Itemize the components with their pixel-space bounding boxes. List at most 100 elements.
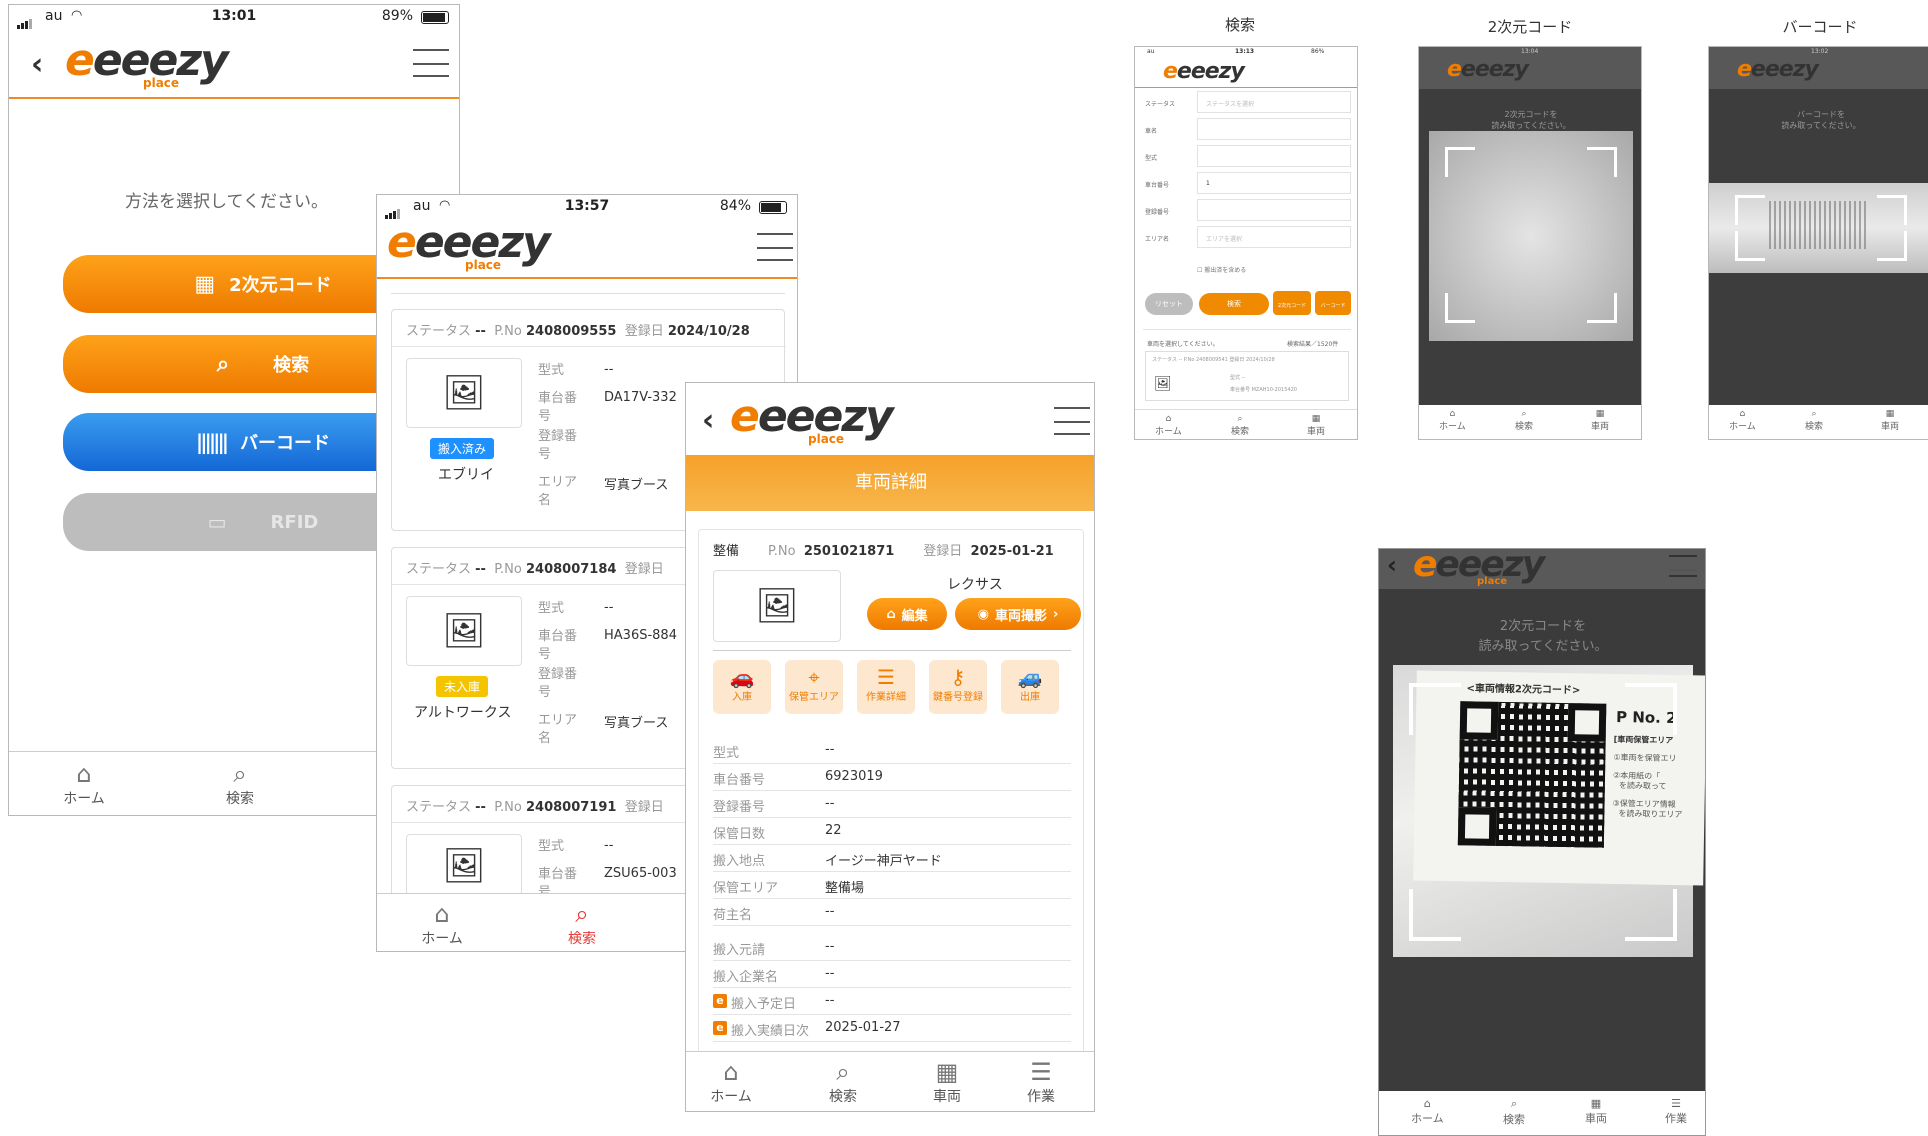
battery-percent: 89% [381, 8, 413, 24]
form-label: 車名 [1145, 128, 1158, 135]
action-work-detail[interactable]: ☰ 作業詳細 [857, 660, 915, 714]
vehicle-name: アルトワークス [414, 705, 512, 721]
eeezy-logo: eeeezy [1163, 59, 1245, 84]
tab-home[interactable]: ⌂ ホーム [1439, 409, 1466, 432]
form-field[interactable]: ステータスを選択 [1197, 91, 1351, 113]
detail-row-value: -- [825, 904, 835, 919]
tab-vehicle[interactable]: ▦ 車両 [912, 1058, 982, 1106]
detail-row-value: -- [825, 742, 835, 757]
list-icon: ☰ [1030, 1058, 1052, 1086]
form-field[interactable] [1197, 199, 1351, 221]
menu-button[interactable] [1669, 555, 1697, 577]
qr-button[interactable]: 2次元コード [1273, 291, 1311, 315]
tab-search[interactable]: ⌕ 検索 [1515, 409, 1533, 432]
form-label: 登録番号 [1145, 209, 1170, 216]
tab-search[interactable]: ⌕ 検索 [808, 1058, 878, 1106]
tab-bar: ⌂ ホーム ⌕ 検索 ▦ 車両 ☰ 作業 [686, 1051, 1094, 1111]
form-field[interactable] [1197, 145, 1351, 167]
back-button[interactable]: ‹ [31, 47, 43, 82]
tab-vehicle[interactable]: ▦ 車両 [1881, 409, 1899, 432]
form-field[interactable] [1197, 118, 1351, 140]
back-button[interactable]: ‹ [702, 403, 714, 438]
tab-work[interactable]: ☰ 作業 [1006, 1058, 1076, 1106]
image-icon: 🖼 [442, 611, 486, 651]
reset-button[interactable]: リセット [1145, 293, 1193, 315]
tab-bar: ⌂ ホーム ⌕ 検索 ▦ 車両 ☰ 作業 [1379, 1091, 1705, 1135]
camera-icon: ◉ [977, 606, 989, 622]
tab-home[interactable]: ⌂ ホーム [696, 1058, 766, 1106]
detail-row-label: 搬入元請 [713, 943, 766, 958]
tab-home[interactable]: ⌂ ホーム [1411, 1097, 1444, 1126]
detail-card: 整備 P.No 2501021871 登録日 2025-01-21 🖼 レクサス… [698, 529, 1084, 1099]
action-checkout[interactable]: 🚙 出庫 [1001, 660, 1059, 714]
vehicle-photo-placeholder[interactable]: 🖼 [713, 570, 841, 642]
tab-bar: ⌂ ホーム ⌕ 検索 ▦ 車両 [1709, 405, 1928, 439]
image-icon: 🖼 [755, 586, 799, 626]
tab-vehicle[interactable]: ▦ 車両 [1585, 1097, 1607, 1126]
vehicle-photo-placeholder[interactable]: 🖼 [406, 358, 522, 428]
vehicle-name: エブリイ [438, 467, 494, 483]
home-icon: ⌂ [723, 1058, 739, 1086]
search-icon: ⌕ [836, 1058, 850, 1086]
tab-bar: ⌂ ホーム ⌕ 検索 ▦ 車両 [1419, 405, 1641, 439]
search-button[interactable]: 検索 [1199, 293, 1269, 315]
eeezy-logo: eeeezy place [65, 35, 229, 90]
action-checkin[interactable]: 🚗 入庫 [713, 660, 771, 714]
detail-row-value: 2025-01-27 [825, 1020, 901, 1035]
result-card[interactable]: ステータス -- P.No 2408009541 登録日 2024/10/28 … [1145, 351, 1349, 401]
maker-name: レクサス [947, 577, 1003, 593]
row-divider [713, 817, 1071, 818]
tab-work[interactable]: ☰ 作業 [1665, 1097, 1687, 1126]
status-bar: au ◠ 13:57 84% [377, 195, 797, 219]
action-key-register[interactable]: ⚷ 鍵番号登録 [929, 660, 987, 714]
edit-button[interactable]: ⌂ 編集 [867, 598, 947, 630]
battery-icon [759, 201, 787, 214]
form-field[interactable]: 1 [1197, 172, 1351, 194]
barcode-scanner-thumbnail: 13:02 eeeezy バーコードを 読み取ってください。 ⌂ ホーム ⌕ 検索 … [1708, 46, 1928, 440]
qr-code-icon: ▦ [194, 271, 216, 297]
list-icon: ☰ [877, 665, 895, 689]
home-icon: ⌂ [434, 900, 450, 928]
tab-search[interactable]: ⌕ 検索 [1503, 1097, 1525, 1127]
tab-home[interactable]: ⌂ ホーム [1729, 409, 1756, 432]
card-header: ステータス -- P.No 2408007191 登録日 [406, 800, 664, 815]
detail-row-label: 搬入地点 [713, 854, 766, 869]
include-shipped-checkbox[interactable]: ☐ 搬出済を含める [1197, 265, 1246, 274]
menu-button[interactable] [757, 233, 793, 261]
detail-row-label: 搬入実績日次 [731, 1024, 810, 1039]
detail-row-label: 荷主名 [713, 908, 753, 923]
tab-search[interactable]: ⌕ 検索 [547, 900, 617, 948]
eeezy-mark-icon: e [713, 994, 727, 1008]
tab-vehicle[interactable]: ▦ 車両 [1591, 409, 1609, 432]
vehicle-photo-placeholder[interactable]: 🖼 [406, 834, 522, 898]
detail-row-label: 型式 [713, 746, 740, 761]
battery-icon [421, 11, 449, 24]
qr-code-icon: ▦ [935, 1058, 959, 1086]
tab-home[interactable]: ⌂ ホーム [1155, 414, 1182, 437]
image-icon: 🖼 [442, 846, 486, 886]
detail-row-value: 22 [825, 823, 842, 838]
form-field[interactable]: エリアを選択 [1197, 226, 1351, 248]
vehicle-photo-button[interactable]: ◉ 車両撮影 › [955, 598, 1081, 630]
chevron-right-icon: › [1053, 606, 1059, 622]
vehicle-photo-placeholder[interactable]: 🖼 [406, 596, 522, 666]
tab-home[interactable]: ⌂ ホーム [407, 900, 477, 948]
barcode-button[interactable]: バーコード [1315, 291, 1351, 315]
status-bar: au ◠ 13:01 89% [9, 5, 459, 29]
tab-home[interactable]: ⌂ ホーム [49, 760, 119, 808]
menu-button[interactable] [1054, 407, 1090, 435]
row-divider [713, 987, 1071, 988]
back-button[interactable]: ‹ [1387, 551, 1397, 579]
barcode-image [1769, 201, 1869, 249]
eeezy-logo: eeeezy place [387, 217, 551, 272]
row-divider [713, 925, 1071, 926]
shot-title-qr: 2次元コード [1487, 18, 1573, 36]
tab-search[interactable]: ⌕ 検索 [1231, 414, 1249, 437]
car-in-icon: 🚗 [729, 665, 755, 689]
tab-search[interactable]: ⌕ 検索 [1805, 409, 1823, 432]
menu-button[interactable] [413, 49, 449, 77]
tab-search[interactable]: ⌕ 検索 [205, 760, 275, 808]
tab-vehicle[interactable]: ▦ 車両 [1307, 414, 1325, 437]
action-storage-area[interactable]: ⌖ 保管エリア [785, 660, 843, 714]
search-icon: ⌕ [233, 760, 247, 788]
